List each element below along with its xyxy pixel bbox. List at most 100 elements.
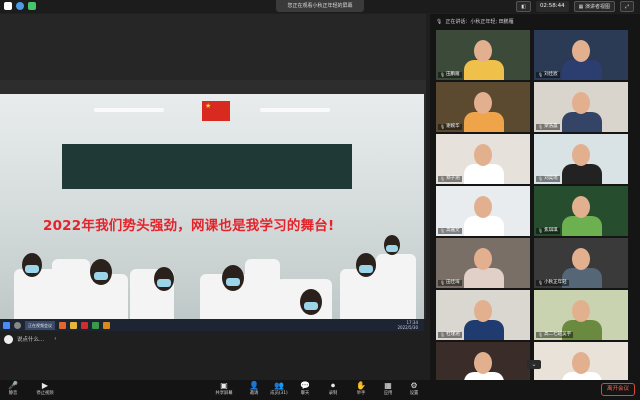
participant-tile[interactable]: 🎙 谢婉华 <box>436 82 530 132</box>
participant-tile[interactable]: 🎙 杜瑾涵 <box>436 290 530 340</box>
mute-button[interactable]: 🎤 静音 <box>0 381 26 397</box>
apps-icon: ▦ <box>384 381 392 390</box>
participant-name: 田佳琦 <box>446 280 460 285</box>
comment-icon <box>4 334 13 344</box>
participant-face <box>474 196 492 218</box>
participant-name: 高二七班吴宇 <box>544 332 572 337</box>
participant-video <box>464 320 504 340</box>
share-screen-button[interactable]: ▣ 共享屏幕 <box>211 381 237 397</box>
say-something-input[interactable]: 说点什么... <box>17 335 44 343</box>
info-icon[interactable] <box>16 2 24 10</box>
participant-face <box>572 40 590 62</box>
participant-tile[interactable]: 🎙 焦琪琪 <box>534 186 628 236</box>
participant-video <box>464 164 504 184</box>
taskbar-clock: 17:34 2022/5/30 <box>397 320 418 330</box>
hand-icon: ✋ <box>356 381 366 390</box>
settings-label: 设置 <box>409 391 419 396</box>
search-icon[interactable] <box>14 321 21 329</box>
participant-name-label: 🎙 刘奕瑶 <box>536 176 560 182</box>
fullscreen-icon[interactable]: ⤢ <box>619 1 634 12</box>
mic-icon: 🎙 <box>440 176 446 181</box>
participant-face <box>474 248 492 270</box>
gear-icon: ⚙ <box>410 381 418 390</box>
bottom-toolbar: 🎤 静音 ▶ 停止视频 ▣ 共享屏幕 👤 邀请 👥 成员(31) 💬 聊天 ⏺ … <box>0 380 640 400</box>
participant-name-label: 🎙 田鹏雁 <box>438 72 462 78</box>
invite-button[interactable]: 👤 邀请 <box>241 381 267 397</box>
participant-face <box>572 248 590 270</box>
scroll-down-chevron-icon[interactable]: ⌄ <box>527 360 541 369</box>
participant-face <box>474 352 492 374</box>
participant-tile[interactable]: 🎙 郑子涵 <box>436 134 530 184</box>
chat-button[interactable]: 💬 聊天 <box>292 381 318 397</box>
record-label: 录制 <box>328 391 338 396</box>
status-icons <box>4 2 36 10</box>
app-icon[interactable] <box>103 321 110 329</box>
windows-start-icon[interactable] <box>3 321 10 329</box>
participants-icon: 👥 <box>274 381 284 390</box>
mic-icon: 🎙 <box>538 332 544 337</box>
mic-icon: 🎙 <box>538 280 544 285</box>
mute-label: 静音 <box>8 391 18 396</box>
participant-tile[interactable]: 🎙 梁浩晨 <box>534 82 628 132</box>
raise-hand-button[interactable]: ✋ 举手 <box>348 381 374 397</box>
participant-name-label: 🎙 小秋正年轻 <box>536 280 569 286</box>
participant-name: 谢婉华 <box>446 124 460 129</box>
folder-icon[interactable] <box>70 321 77 329</box>
participant-video <box>562 60 602 80</box>
apps-button[interactable]: ▦ 应用 <box>375 381 401 397</box>
chat-label: 聊天 <box>300 391 310 396</box>
apps-label: 应用 <box>383 391 393 396</box>
view-switch-button[interactable]: ▦ 演讲者视图 <box>573 1 615 12</box>
participant-name-label: 🎙 焦琪琪 <box>536 228 560 234</box>
participant-tile[interactable]: 🎙 田佳琦 <box>436 238 530 288</box>
participant-name: 小秋正年轻 <box>544 280 567 285</box>
app-icon[interactable] <box>81 321 88 329</box>
participant-video <box>464 60 504 80</box>
participants-button[interactable]: 👥 成员(31) <box>266 381 292 397</box>
participant-name: 高嘉文 <box>446 228 460 233</box>
mic-icon: 🎙 <box>440 332 446 337</box>
participant-face <box>572 352 590 374</box>
record-button[interactable]: ⏺ 录制 <box>320 381 346 397</box>
app-icon[interactable] <box>92 321 99 329</box>
participant-tile[interactable]: 🎙 高嘉文 <box>436 186 530 236</box>
participant-face <box>572 92 590 114</box>
participant-face <box>474 40 492 62</box>
taskbar-active-window[interactable]: 正在视频会议 <box>25 320 55 330</box>
stop-video-button[interactable]: ▶ 停止视频 <box>32 381 58 397</box>
participant-name: 刘佳宸 <box>544 72 558 77</box>
participant-tile[interactable]: 🎙 刘佳宸 <box>534 30 628 80</box>
stop-video-label: 停止视频 <box>36 391 54 396</box>
network-icon[interactable]: ◧ <box>516 1 531 12</box>
mic-icon: 🎙 <box>538 176 544 181</box>
shield-icon[interactable] <box>4 2 12 10</box>
record-icon: ⏺ <box>331 381 335 390</box>
collapse-chevron-icon[interactable]: ‹ <box>54 336 56 342</box>
participant-name-label: 🎙 高二七班吴宇 <box>536 332 574 338</box>
participant-name-label: 🎙 梁浩晨 <box>536 124 560 130</box>
browser-icon[interactable] <box>59 321 66 329</box>
participant-tile[interactable]: 🎙 田鹏雁 <box>436 30 530 80</box>
signal-icon[interactable] <box>28 2 36 10</box>
chat-icon: 💬 <box>300 381 310 390</box>
mic-icon: 🎙 <box>538 124 544 129</box>
participant-name: 郑子涵 <box>446 176 460 181</box>
participant-name: 焦琪琪 <box>544 228 558 233</box>
leave-meeting-button[interactable]: 离开会议 <box>600 383 635 396</box>
raise-hand-label: 举手 <box>356 391 366 396</box>
participant-face <box>572 300 590 322</box>
participant-tile[interactable]: 🎙 高二七班吴宇 <box>534 290 628 340</box>
participant-face <box>474 92 492 114</box>
participant-video <box>464 216 504 236</box>
participant-panel: 🎙 正在讲话：小秋正年轻; 田鹏雁 🎙 田鹏雁 🎙 刘佳宸 🎙 谢婉华 🎙 梁浩晨 🎙 郑子涵 🎙 刘… <box>430 14 640 392</box>
participant-tile[interactable]: 🎙 刘奕瑶 <box>534 134 628 184</box>
taskbar-date: 2022/5/30 <box>397 325 418 330</box>
settings-button[interactable]: ⚙ 设置 <box>401 381 427 397</box>
participant-tile[interactable]: 🎙 小秋正年轻 <box>534 238 628 288</box>
mic-icon: 🎙 <box>538 228 544 233</box>
microphone-icon: 🎤 <box>8 381 18 390</box>
participant-video <box>562 164 602 184</box>
speaking-indicator: 🎙 正在讲话：小秋正年轻; 田鹏雁 <box>436 18 514 26</box>
view-switch-label: 演讲者视图 <box>584 4 610 10</box>
say-something-bar[interactable]: 说点什么... ‹ <box>4 333 56 345</box>
